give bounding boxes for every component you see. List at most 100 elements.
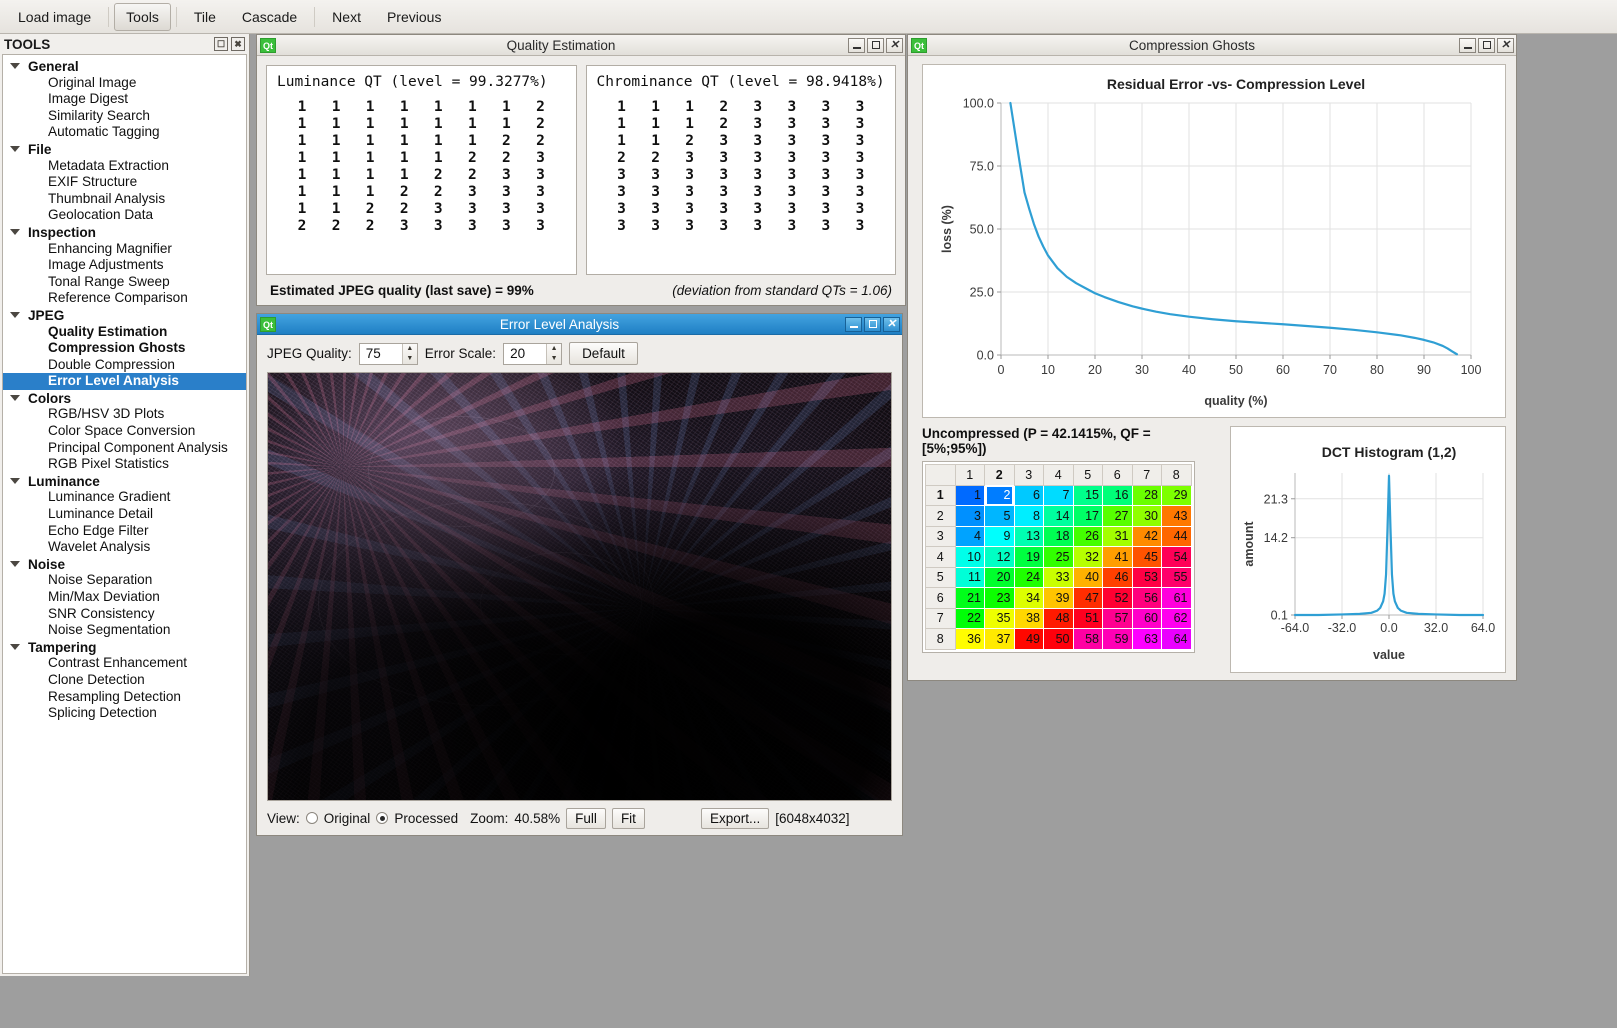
close-icon[interactable]: ✖ xyxy=(231,37,245,51)
dct-cell[interactable]: 23 xyxy=(984,587,1015,609)
zoom-full-button[interactable]: Full xyxy=(566,807,606,829)
dct-cell[interactable]: 55 xyxy=(1161,566,1192,588)
dct-cell[interactable]: 56 xyxy=(1131,587,1162,609)
dct-cell[interactable]: 47 xyxy=(1072,587,1103,609)
sidebar-item-snr-consistency[interactable]: SNR Consistency xyxy=(3,606,246,623)
dct-cell[interactable]: 50 xyxy=(1043,628,1074,650)
dct-cell[interactable]: 43 xyxy=(1161,505,1192,527)
sidebar-item-echo-edge-filter[interactable]: Echo Edge Filter xyxy=(3,523,246,540)
dct-column-header[interactable]: 8 xyxy=(1161,464,1192,486)
dct-cell[interactable]: 12 xyxy=(984,546,1015,568)
dct-cell[interactable]: 52 xyxy=(1102,587,1133,609)
dct-cell[interactable]: 19 xyxy=(1013,546,1044,568)
dct-cell[interactable]: 15 xyxy=(1072,484,1103,506)
dct-cell[interactable]: 9 xyxy=(984,525,1015,547)
menu-tools[interactable]: Tools xyxy=(114,2,171,31)
dct-column-header[interactable]: 7 xyxy=(1131,464,1162,486)
view-original-label[interactable]: Original xyxy=(324,811,371,826)
dct-cell[interactable]: 62 xyxy=(1161,607,1192,629)
dct-row-header[interactable]: 4 xyxy=(925,546,956,568)
dct-cell[interactable]: 27 xyxy=(1102,505,1133,527)
dct-cell[interactable]: 59 xyxy=(1102,628,1133,650)
tree-group-jpeg[interactable]: JPEG xyxy=(3,307,246,324)
jpeg-quality-input[interactable] xyxy=(359,343,402,364)
dct-cell[interactable]: 42 xyxy=(1131,525,1162,547)
dct-column-header[interactable]: 1 xyxy=(954,464,985,486)
sidebar-item-contrast-enhancement[interactable]: Contrast Enhancement xyxy=(3,655,246,672)
view-processed-radio[interactable] xyxy=(376,812,389,824)
sidebar-item-noise-separation[interactable]: Noise Separation xyxy=(3,572,246,589)
dct-row-header[interactable]: 7 xyxy=(925,607,956,629)
dct-cell[interactable]: 11 xyxy=(954,566,985,588)
dct-cell[interactable]: 18 xyxy=(1043,525,1074,547)
dct-cell[interactable]: 4 xyxy=(954,525,985,547)
sidebar-item-automatic-tagging[interactable]: Automatic Tagging xyxy=(3,124,246,141)
dct-row-header[interactable]: 5 xyxy=(925,566,956,588)
chevron-down-icon[interactable] xyxy=(10,312,20,319)
tree-group-luminance[interactable]: Luminance xyxy=(3,473,246,490)
dct-cell[interactable]: 29 xyxy=(1161,484,1192,506)
maximize-icon[interactable] xyxy=(1478,37,1495,53)
sidebar-item-luminance-gradient[interactable]: Luminance Gradient xyxy=(3,489,246,506)
sidebar-item-double-compression[interactable]: Double Compression xyxy=(3,357,246,374)
sidebar-item-original-image[interactable]: Original Image xyxy=(3,75,246,92)
dct-cell[interactable]: 25 xyxy=(1043,546,1074,568)
tree-group-colors[interactable]: Colors xyxy=(3,390,246,407)
quality-estimation-titlebar[interactable]: Qt Quality Estimation ✕ xyxy=(257,35,905,56)
sidebar-item-reference-comparison[interactable]: Reference Comparison xyxy=(3,290,246,307)
sidebar-item-quality-estimation[interactable]: Quality Estimation xyxy=(3,324,246,341)
dct-cell[interactable]: 53 xyxy=(1131,566,1162,588)
chevron-down-icon[interactable] xyxy=(10,644,20,651)
error-scale-arrows[interactable]: ▲ ▼ xyxy=(546,343,562,364)
dct-cell[interactable]: 57 xyxy=(1102,607,1133,629)
dct-cell[interactable]: 64 xyxy=(1161,628,1192,650)
dct-cell[interactable]: 5 xyxy=(984,505,1015,527)
dct-cell[interactable]: 21 xyxy=(954,587,985,609)
menu-next[interactable]: Next xyxy=(320,3,373,31)
jpeg-quality-arrows[interactable]: ▲ ▼ xyxy=(401,343,417,364)
dct-cell[interactable]: 63 xyxy=(1131,628,1162,650)
dct-cell[interactable]: 46 xyxy=(1102,566,1133,588)
view-processed-label[interactable]: Processed xyxy=(394,811,458,826)
dct-cell[interactable]: 54 xyxy=(1161,546,1192,568)
sidebar-item-wavelet-analysis[interactable]: Wavelet Analysis xyxy=(3,539,246,556)
dct-cell[interactable]: 22 xyxy=(954,607,985,629)
dct-cell[interactable]: 3 xyxy=(954,505,985,527)
compression-ghosts-titlebar[interactable]: Qt Compression Ghosts ✕ xyxy=(908,35,1516,56)
dct-column-header[interactable]: 4 xyxy=(1043,464,1074,486)
chevron-down-icon[interactable] xyxy=(10,146,20,153)
sidebar-item-rgb-hsv-3d-plots[interactable]: RGB/HSV 3D Plots xyxy=(3,406,246,423)
dct-cell[interactable]: 61 xyxy=(1161,587,1192,609)
chevron-down-icon[interactable] xyxy=(10,229,20,236)
dct-cell[interactable]: 6 xyxy=(1013,484,1044,506)
zoom-fit-button[interactable]: Fit xyxy=(611,807,645,829)
dct-cell[interactable]: 49 xyxy=(1013,628,1044,650)
view-original-radio[interactable] xyxy=(305,812,318,824)
sidebar-item-min-max-deviation[interactable]: Min/Max Deviation xyxy=(3,589,246,606)
error-scale-stepper[interactable]: ▲▼ xyxy=(503,342,563,365)
sidebar-item-image-adjustments[interactable]: Image Adjustments xyxy=(3,257,246,274)
sidebar-item-principal-component-analysis[interactable]: Principal Component Analysis xyxy=(3,440,246,457)
maximize-icon[interactable] xyxy=(864,316,881,332)
sidebar-item-luminance-detail[interactable]: Luminance Detail xyxy=(3,506,246,523)
sidebar-item-metadata-extraction[interactable]: Metadata Extraction xyxy=(3,158,246,175)
dct-cell[interactable]: 39 xyxy=(1043,587,1074,609)
sidebar-item-compression-ghosts[interactable]: Compression Ghosts xyxy=(3,340,246,357)
sidebar-item-clone-detection[interactable]: Clone Detection xyxy=(3,672,246,689)
sidebar-item-thumbnail-analysis[interactable]: Thumbnail Analysis xyxy=(3,191,246,208)
dct-cell[interactable]: 37 xyxy=(984,628,1015,650)
export-button[interactable]: Export... xyxy=(700,807,770,829)
tree-group-file[interactable]: File xyxy=(3,141,246,158)
sidebar-item-enhancing-magnifier[interactable]: Enhancing Magnifier xyxy=(3,241,246,258)
dct-cell[interactable]: 48 xyxy=(1043,607,1074,629)
error-scale-input[interactable] xyxy=(504,343,547,364)
menu-previous[interactable]: Previous xyxy=(375,3,453,31)
sidebar-item-resampling-detection[interactable]: Resampling Detection xyxy=(3,689,246,706)
dct-column-header[interactable]: 6 xyxy=(1102,464,1133,486)
dct-cell[interactable]: 35 xyxy=(984,607,1015,629)
dct-cell[interactable]: 28 xyxy=(1131,484,1162,506)
menu-tile[interactable]: Tile xyxy=(182,3,228,31)
dct-cell[interactable]: 10 xyxy=(954,546,985,568)
menu-cascade[interactable]: Cascade xyxy=(230,3,309,31)
sidebar-item-noise-segmentation[interactable]: Noise Segmentation xyxy=(3,622,246,639)
